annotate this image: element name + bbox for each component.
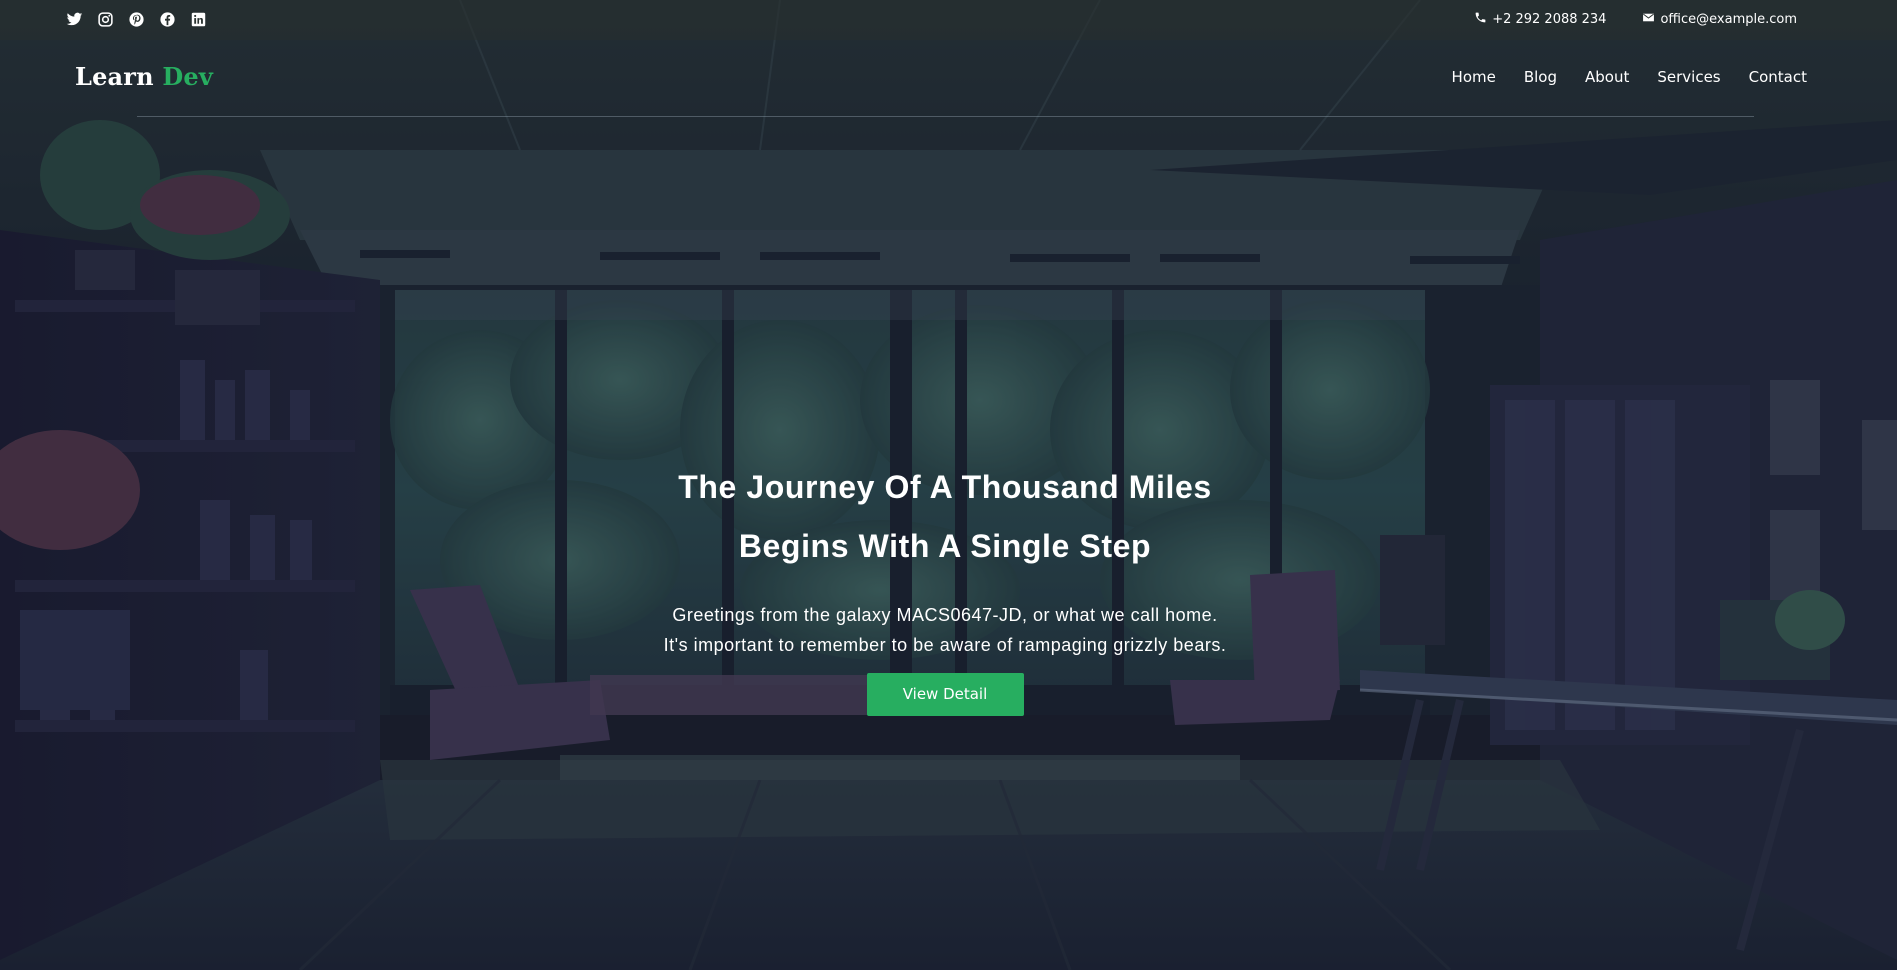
envelope-icon [1642,11,1655,28]
email-address: office@example.com [1660,12,1797,27]
main-nav: Home Blog About Services Contact [1452,68,1807,86]
hero-subtext-line-2: It's important to remember to be aware o… [663,635,1227,655]
nav-link-home[interactable]: Home [1452,68,1496,86]
contact-info: +2 292 2088 234 office@example.com [1474,11,1797,28]
logo-text-accent: Dev [162,62,213,91]
hero-subtext: Greetings from the galaxy MACS0647-JD, o… [0,600,1890,660]
hero-headline-line-1: The Journey Of A Thousand Miles [678,469,1212,505]
linkedin-icon[interactable] [190,11,207,28]
nav-link-contact[interactable]: Contact [1749,68,1807,86]
email-contact[interactable]: office@example.com [1642,11,1797,28]
top-bar: +2 292 2088 234 office@example.com [0,0,1897,40]
phone-contact[interactable]: +2 292 2088 234 [1474,11,1606,28]
logo-text-primary: Learn [75,62,154,91]
phone-icon [1474,11,1487,28]
phone-number: +2 292 2088 234 [1492,12,1607,27]
nav-link-about[interactable]: About [1585,68,1629,86]
hero-subtext-line-1: Greetings from the galaxy MACS0647-JD, o… [672,605,1218,625]
instagram-icon[interactable] [97,11,114,28]
nav-divider [137,116,1754,117]
social-links [66,11,207,28]
view-detail-button[interactable]: View Detail [866,673,1024,716]
twitter-icon[interactable] [66,11,83,28]
hero-headline: The Journey Of A Thousand Miles Begins W… [0,458,1890,576]
site-logo[interactable]: Learn Dev [75,62,213,91]
hero-section: +2 292 2088 234 office@example.com Learn… [0,0,1897,970]
nav-link-services[interactable]: Services [1657,68,1720,86]
nav-link-blog[interactable]: Blog [1524,68,1557,86]
pinterest-icon[interactable] [128,11,145,28]
hero-headline-line-2: Begins With A Single Step [738,528,1152,564]
hero-content: The Journey Of A Thousand Miles Begins W… [0,458,1890,716]
facebook-icon[interactable] [159,11,176,28]
